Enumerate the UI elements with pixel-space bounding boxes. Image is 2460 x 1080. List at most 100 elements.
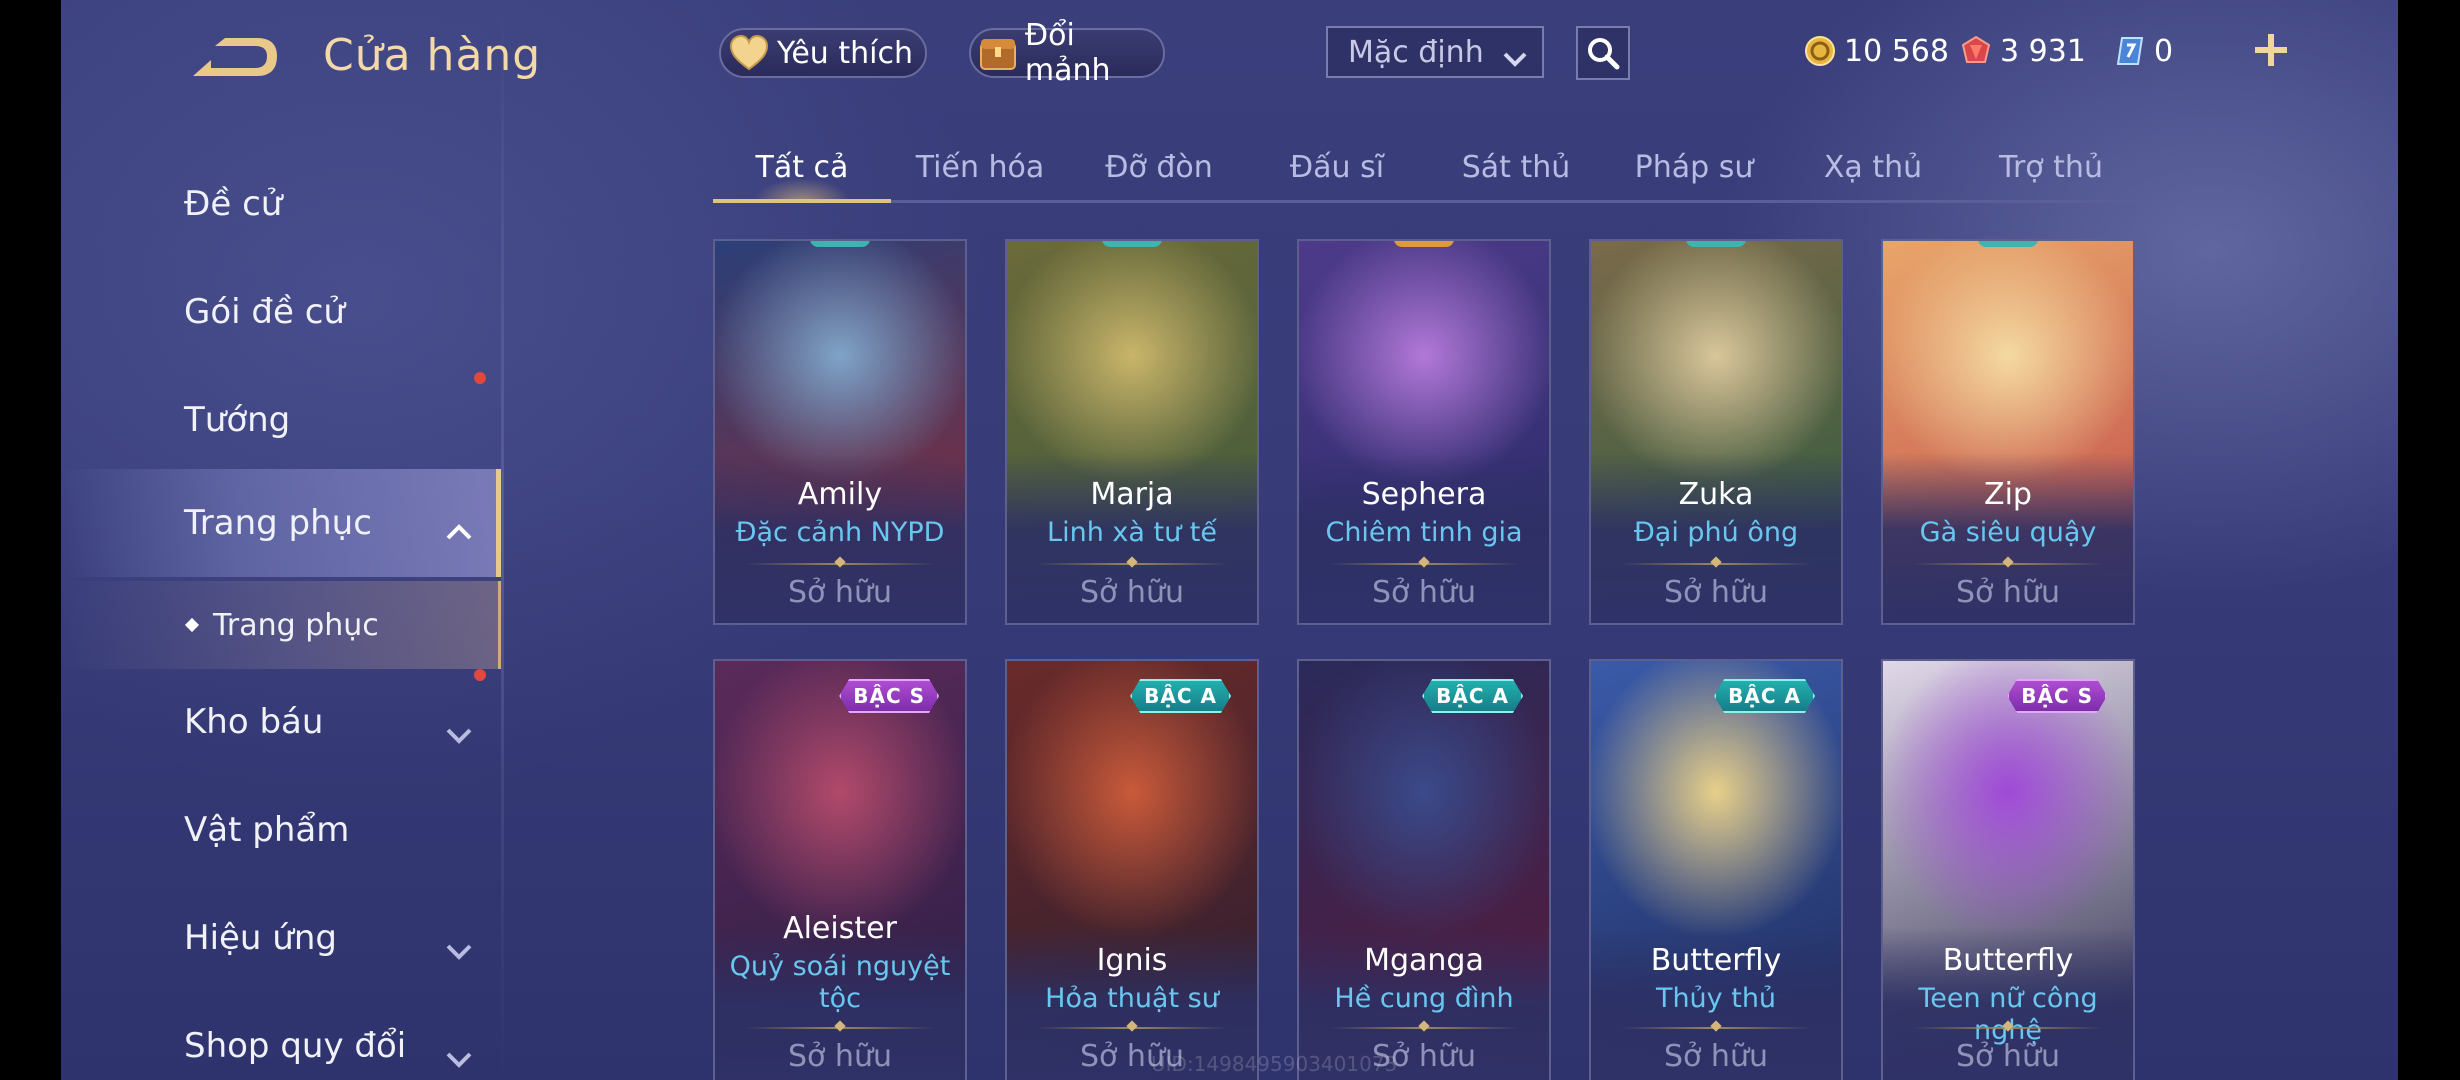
voucher-icon	[2114, 35, 2146, 67]
sort-dropdown[interactable]: Mặc định	[1326, 26, 1544, 78]
owned-status: Sở hữu	[1080, 575, 1184, 610]
card-separator	[1037, 563, 1227, 565]
chevron-down-icon	[445, 930, 473, 970]
tab-evolution[interactable]: Tiến hóa	[891, 140, 1069, 200]
notification-dot	[474, 669, 486, 681]
sidebar-item-label: Gói đề cử	[184, 292, 345, 332]
skin-name: Thủy thủ	[1655, 983, 1777, 1014]
plus-icon	[2255, 34, 2287, 66]
tab-marksman[interactable]: Xạ thủ	[1784, 140, 1962, 200]
owned-status: Sở hữu	[1372, 575, 1476, 610]
card-separator	[1621, 563, 1811, 565]
right-letterbox	[2398, 0, 2460, 1080]
shard-exchange-label: Đổi mảnh	[1024, 18, 1111, 88]
bullet-diamond-icon	[184, 617, 200, 633]
skin-name: Quỷ soái nguyệt tộc	[729, 951, 951, 1014]
ruby-gem-icon	[1960, 35, 1992, 67]
gold-balance: 10 568	[1804, 26, 1949, 76]
favorites-button[interactable]: Yêu thích	[719, 28, 927, 78]
top-up-button[interactable]	[2251, 30, 2291, 70]
search-button[interactable]	[1576, 26, 1630, 80]
skin-card[interactable]: Sephera Chiêm tinh gia Sở hữu	[1297, 239, 1551, 625]
gold-coin-icon	[1804, 35, 1836, 67]
skin-name: Đặc cảnh NYPD	[735, 517, 945, 548]
sidebar-item-recommended-packs[interactable]: Gói đề cử	[61, 258, 501, 384]
skin-card[interactable]: Amily Đặc cảnh NYPD Sở hữu	[713, 239, 967, 625]
left-letterbox	[0, 0, 61, 1080]
skin-name: Gà siêu quậy	[1919, 517, 2097, 548]
tab-label: Tiến hóa	[915, 150, 1045, 185]
tab-tank[interactable]: Đỡ đòn	[1070, 140, 1248, 200]
owned-status: Sở hữu	[1664, 1039, 1768, 1074]
gold-amount: 10 568	[1844, 33, 1949, 69]
tab-underline	[713, 199, 891, 203]
sidebar-item-treasure[interactable]: Kho báu	[61, 668, 501, 776]
skin-card[interactable]: BẬC A Ignis Hỏa thuật sư Sở hữu	[1005, 659, 1259, 1080]
tier-badge-edge	[810, 241, 870, 247]
hero-name: Marja	[1090, 477, 1174, 512]
sidebar-item-effects[interactable]: Hiệu ứng	[61, 884, 501, 992]
voucher-balance: 0	[2114, 26, 2173, 76]
role-tabs: Tất cả Tiến hóa Đỡ đòn Đấu sĩ Sát thủ Ph…	[713, 140, 2141, 203]
tab-fighter[interactable]: Đấu sĩ	[1248, 140, 1426, 200]
skin-card[interactable]: BẬC A Butterfly Thủy thủ Sở hữu	[1589, 659, 1843, 1080]
skin-name: Hỏa thuật sư	[1045, 983, 1219, 1014]
sidebar-item-exchange-shop[interactable]: Shop quy đổi	[61, 992, 501, 1080]
sidebar-item-label: Hiệu ứng	[184, 918, 337, 958]
skin-card[interactable]: Zuka Đại phú ông Sở hữu	[1589, 239, 1843, 625]
sidebar-item-label: Tướng	[184, 400, 291, 440]
search-icon	[1588, 38, 1620, 70]
chevron-down-icon	[445, 1038, 473, 1078]
hero-name: Aleister	[783, 911, 897, 946]
skin-card[interactable]: BẬC S Butterfly Teen nữ công nghệ Sở hữu	[1881, 659, 2135, 1080]
chevron-down-icon	[1502, 42, 1528, 77]
hero-name: Butterfly	[1942, 943, 2074, 978]
sidebar-subitem-skins[interactable]: Trang phục	[61, 581, 501, 669]
chevron-up-icon	[445, 511, 473, 551]
tab-mage[interactable]: Pháp sư	[1605, 140, 1783, 200]
sidebar-item-skins[interactable]: Trang phục	[61, 469, 501, 577]
sidebar-subitem-label: Trang phục	[213, 607, 379, 643]
sidebar-item-label: Đề cử	[184, 184, 283, 224]
sort-selected-value: Mặc định	[1348, 34, 1484, 70]
skin-card[interactable]: Zip Gà siêu quậy Sở hữu	[1881, 239, 2135, 625]
hero-name: Zip	[1984, 477, 2032, 512]
shop-screen: Cửa hàng Yêu thích Đổi mảnh Mặc định 10 …	[61, 0, 2398, 1080]
sidebar-item-label: Kho báu	[184, 702, 324, 742]
sidebar-item-label: Vật phẩm	[184, 810, 350, 850]
skin-name: Đại phú ông	[1633, 517, 1799, 548]
owned-status: Sở hữu	[1956, 1039, 2060, 1074]
sidebar-item-items[interactable]: Vật phẩm	[61, 776, 501, 884]
page-title: Cửa hàng	[323, 30, 542, 81]
skin-card[interactable]: BẬC A Mganga Hề cung đình Sở hữu	[1297, 659, 1551, 1080]
tab-all[interactable]: Tất cả	[713, 140, 891, 203]
tab-assassin[interactable]: Sát thủ	[1427, 140, 1605, 200]
back-button[interactable]	[185, 34, 285, 84]
skin-name: Linh xà tư tế	[1047, 517, 1217, 548]
card-separator	[745, 1027, 935, 1029]
shard-chest-icon	[977, 31, 1019, 75]
tab-label: Đỡ đòn	[1105, 150, 1213, 185]
tab-support[interactable]: Trợ thủ	[1962, 140, 2140, 200]
sidebar-divider	[501, 0, 504, 1080]
tab-label: Đấu sĩ	[1289, 150, 1385, 185]
skin-card[interactable]: BẬC S Aleister Quỷ soái nguyệt tộc Sở hữ…	[713, 659, 967, 1080]
sidebar-item-label: Shop quy đổi	[184, 1026, 407, 1066]
sidebar-item-recommended[interactable]: Đề cử	[61, 150, 501, 258]
card-separator	[745, 563, 935, 565]
tab-label: Sát thủ	[1461, 150, 1571, 185]
sidebar-item-heroes[interactable]: Tướng	[61, 366, 501, 474]
card-separator	[1621, 1027, 1811, 1029]
ruby-balance: 3 931	[1960, 26, 2086, 76]
tier-badge-edge	[1102, 241, 1162, 247]
tier-badge-edge	[1394, 241, 1454, 247]
voucher-amount: 0	[2154, 33, 2174, 69]
shard-exchange-button[interactable]: Đổi mảnh	[969, 18, 1165, 88]
sidebar-item-label: Trang phục	[184, 503, 372, 543]
owned-status: Sở hữu	[1956, 575, 2060, 610]
skin-card[interactable]: Marja Linh xà tư tế Sở hữu	[1005, 239, 1259, 625]
card-separator	[1913, 563, 2103, 565]
tier-badge: BẬC A	[1714, 679, 1815, 713]
owned-status: Sở hữu	[788, 1039, 892, 1074]
heart-icon	[727, 31, 771, 75]
